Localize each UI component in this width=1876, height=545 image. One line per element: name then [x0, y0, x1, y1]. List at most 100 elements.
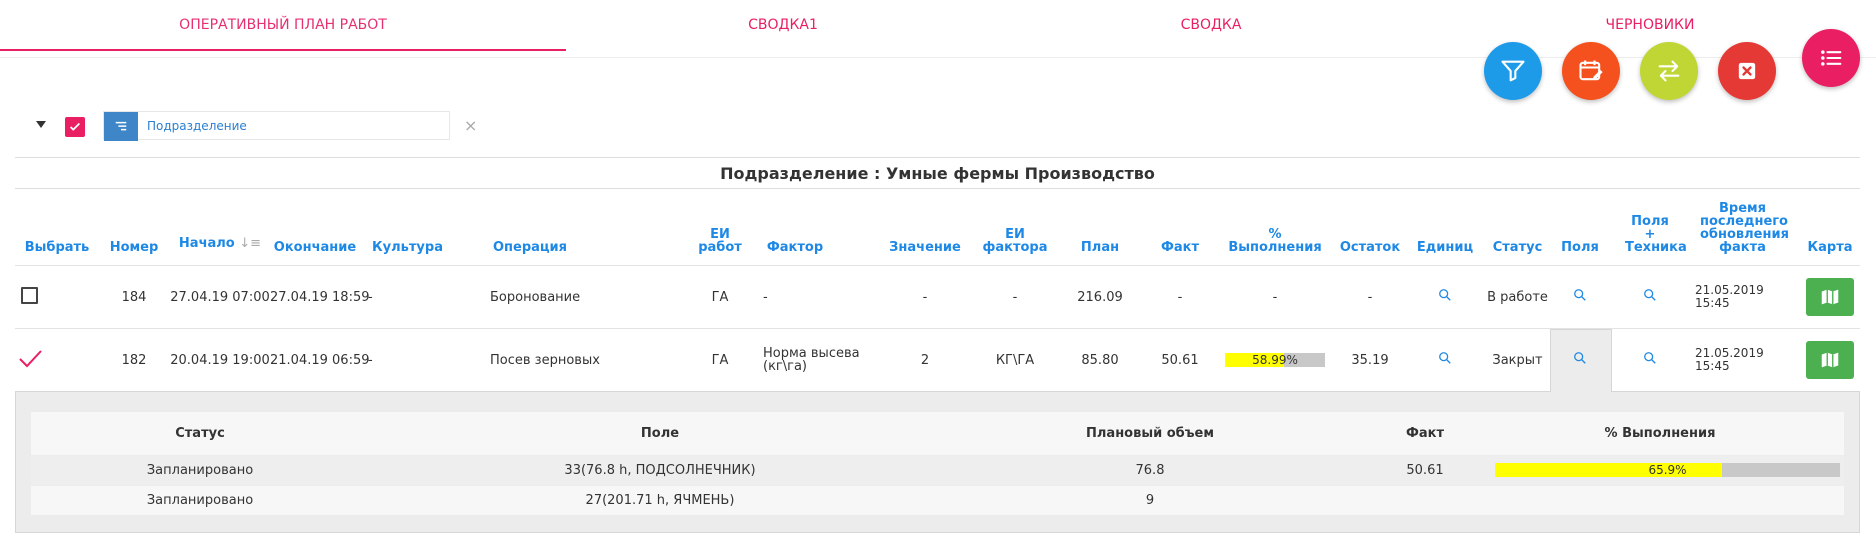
fields-search-icon[interactable] [1573, 351, 1587, 365]
col-select: Выбрать [24, 240, 90, 255]
cell-operation: Боронование [490, 290, 581, 305]
col-start[interactable]: Начало ↓≡ [170, 237, 270, 250]
check-icon [70, 122, 80, 131]
fields-tech-search-icon[interactable] [1643, 351, 1657, 365]
col-percent: % Выполнения [1228, 227, 1322, 255]
cell-unit-work: ГА [711, 353, 729, 368]
detail-progress-text: 65.9% [1648, 463, 1687, 477]
cell-plan: 216.09 [1077, 290, 1123, 305]
last-update-date: 21.05.2019 [1695, 346, 1764, 360]
fields-tech-search-icon[interactable] [1643, 288, 1657, 302]
map-button[interactable] [1806, 341, 1854, 379]
col-fact: Факт [1160, 240, 1200, 255]
detail-row [31, 486, 1844, 515]
units-search-icon[interactable] [1438, 351, 1452, 365]
cell-value: 2 [920, 353, 930, 368]
group-header: Подразделение : Умные фермы Производство [15, 157, 1860, 189]
col-map: Карта [1807, 240, 1853, 255]
grouping-chip[interactable]: Подразделение [103, 111, 450, 141]
col-value: Значение [889, 240, 961, 255]
close-icon [1738, 62, 1756, 80]
map-icon [1821, 352, 1839, 368]
detail-cell-field: 33(76.8 h, ПОДСОЛНЕЧНИК) [564, 463, 756, 478]
cell-end: 21.04.19 06:59 [270, 353, 370, 368]
cell-operation: Посев зерновых [490, 353, 600, 368]
cell-number: 182 [121, 353, 147, 368]
detail-progress-bar: 65.9% [1495, 463, 1840, 477]
cell-factor: - [763, 290, 768, 305]
sort-lines-icon [104, 112, 138, 141]
cell-value: - [922, 290, 928, 305]
cell-end: 27.04.19 18:59 [270, 290, 370, 305]
cell-last-update: 21.05.2019 15:45 [1695, 284, 1764, 310]
list-menu-icon [1821, 50, 1842, 66]
units-search-icon[interactable] [1438, 288, 1452, 302]
detail-cell-status: Запланировано [146, 493, 254, 508]
cell-fact: - [1177, 290, 1183, 305]
col-units: Единиц [1416, 240, 1474, 255]
detail-col-percent: % Выполнения [1604, 426, 1716, 441]
filter-icon [1501, 60, 1525, 82]
grouping-clear-icon[interactable]: × [464, 116, 477, 135]
cell-last-update: 21.05.2019 15:45 [1695, 347, 1764, 373]
cell-rest: 35.19 [1351, 353, 1389, 368]
detail-cell-plan-volume: 76.8 [1135, 463, 1165, 478]
last-update-date: 21.05.2019 [1695, 283, 1764, 297]
col-number: Номер [109, 240, 159, 255]
collapse-caret-icon[interactable] [36, 121, 46, 128]
calendar-edit-icon [1579, 60, 1603, 81]
row-checkmark-icon[interactable] [18, 349, 43, 369]
cell-factor: Норма высева (кг\га) [763, 346, 860, 374]
cell-number: 184 [121, 290, 147, 305]
cell-status: Закрыт [1492, 353, 1543, 368]
col-fields-tech: Поля + Техника [1625, 214, 1687, 255]
filter-button[interactable] [1484, 42, 1542, 100]
last-update-time: 15:45 [1695, 359, 1730, 373]
close-button[interactable] [1718, 42, 1776, 100]
sort-desc-icon[interactable]: ↓≡ [239, 236, 261, 251]
cell-unit-work: ГА [711, 290, 729, 305]
detail-cell-field: 27(201.71 h, ЯЧМЕНЬ) [585, 493, 735, 508]
col-factor: Фактор [766, 240, 824, 255]
col-fields: Поля [1561, 240, 1599, 255]
tab-operational-plan[interactable]: ОПЕРАТИВНЫЙ ПЛАН РАБОТ [0, 0, 566, 51]
col-start-label: Начало [178, 236, 235, 251]
cell-unit-factor: - [1012, 290, 1018, 305]
list-menu-button[interactable] [1802, 29, 1860, 87]
col-culture: Культура [372, 240, 443, 255]
detail-cell-plan-volume: 9 [1145, 493, 1155, 508]
cell-culture: - [368, 290, 373, 305]
detail-col-status: Статус [175, 426, 225, 441]
map-icon [1821, 289, 1839, 305]
cell-percent: - [1272, 290, 1278, 305]
tab-drafts[interactable]: ЧЕРНОВИКИ [1367, 0, 1876, 50]
cell-unit-factor: КГ\ГА [995, 353, 1035, 368]
cell-start: 27.04.19 07:00 [170, 290, 270, 305]
divider [15, 265, 1860, 266]
percent-progress-text: 58.99% [1252, 353, 1298, 367]
cell-status: В работе [1487, 290, 1548, 305]
swap-button[interactable] [1640, 42, 1698, 100]
group-checkbox[interactable] [65, 117, 85, 137]
row-checkbox[interactable] [21, 287, 38, 304]
col-operation: Операция [492, 240, 568, 255]
percent-progress-bar: 58.99% [1225, 353, 1325, 367]
col-status: Статус [1492, 240, 1543, 255]
swap-arrows-icon [1658, 60, 1680, 82]
detail-col-field: Поле [640, 426, 680, 441]
map-button[interactable] [1806, 278, 1854, 316]
col-unit-work: ЕИ работ [698, 227, 742, 255]
cell-rest: - [1367, 290, 1373, 305]
detail-col-plan-volume: Плановый объем [1086, 426, 1214, 441]
detail-cell-fact: 50.61 [1406, 463, 1444, 478]
col-unit-factor: ЕИ фактора [982, 227, 1048, 255]
calendar-edit-button[interactable] [1562, 42, 1620, 100]
fields-search-icon[interactable] [1573, 288, 1587, 302]
cell-plan: 85.80 [1081, 353, 1119, 368]
cell-start: 20.04.19 19:00 [170, 353, 270, 368]
col-last-update: Время последнего обновления факта [1700, 201, 1789, 255]
col-end: Окончание [273, 240, 357, 255]
detail-cell-status: Запланировано [146, 463, 254, 478]
last-update-time: 15:45 [1695, 296, 1730, 310]
detail-col-fact: Факт [1405, 426, 1445, 441]
